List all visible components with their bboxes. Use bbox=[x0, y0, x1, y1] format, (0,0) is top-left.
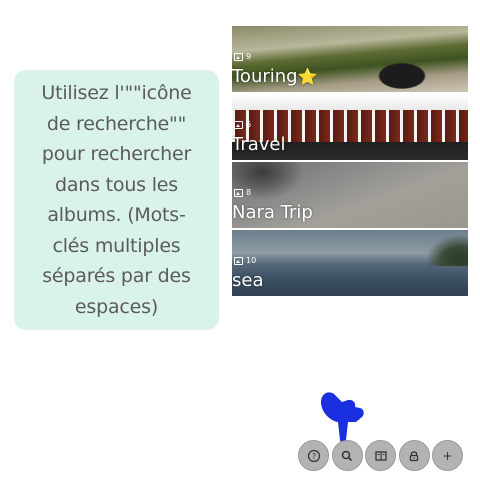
album-title: Travel bbox=[232, 134, 286, 155]
album-photo-count: 8 bbox=[234, 188, 251, 198]
add-button[interactable]: + bbox=[432, 440, 463, 471]
star-icon: ⭐ bbox=[297, 67, 318, 86]
help-tooltip: Utilisez l'""icône de recherche"" pour r… bbox=[14, 70, 219, 330]
album-title: sea bbox=[232, 270, 264, 291]
bottom-toolbar: ? + bbox=[298, 440, 464, 471]
albums-button[interactable] bbox=[365, 440, 396, 471]
album-photo-count: 9 bbox=[234, 52, 251, 62]
album-photo-count: 10 bbox=[234, 256, 256, 266]
photo-icon bbox=[234, 189, 243, 197]
svg-text:?: ? bbox=[311, 452, 315, 461]
album-cover-image bbox=[232, 230, 468, 296]
album-count-label: 9 bbox=[246, 52, 252, 61]
album-card-touring[interactable]: 9 Touring⭐ bbox=[232, 26, 468, 92]
album-count-label: 8 bbox=[246, 188, 252, 197]
album-title: Nara Trip bbox=[232, 202, 313, 223]
album-list: 9 Touring⭐ 6 Travel 8 Nara Trip 10 sea bbox=[232, 26, 468, 298]
album-title-text: Touring bbox=[232, 66, 298, 87]
plus-icon: + bbox=[442, 448, 453, 463]
album-card-nara-trip[interactable]: 8 Nara Trip bbox=[232, 162, 468, 228]
album-title: Touring⭐ bbox=[232, 66, 318, 88]
lock-icon bbox=[407, 449, 421, 463]
help-icon: ? bbox=[307, 449, 321, 463]
help-button[interactable]: ? bbox=[298, 440, 329, 471]
album-count-label: 10 bbox=[246, 256, 257, 265]
search-button[interactable] bbox=[331, 440, 363, 471]
lock-button[interactable] bbox=[398, 440, 430, 471]
photo-icon bbox=[234, 53, 243, 61]
help-tooltip-text: Utilisez l'""icône de recherche"" pour r… bbox=[41, 82, 192, 318]
album-photo-count: 6 bbox=[234, 120, 251, 130]
album-count-label: 6 bbox=[246, 120, 252, 129]
photo-icon bbox=[234, 121, 243, 129]
photo-icon bbox=[234, 257, 243, 265]
search-icon bbox=[340, 449, 354, 463]
app-screen: Utilisez l'""icône de recherche"" pour r… bbox=[0, 0, 480, 480]
album-icon bbox=[374, 449, 388, 463]
pointing-hand-icon bbox=[318, 388, 368, 444]
album-card-sea[interactable]: 10 sea bbox=[232, 230, 468, 296]
album-card-travel[interactable]: 6 Travel bbox=[232, 94, 468, 160]
